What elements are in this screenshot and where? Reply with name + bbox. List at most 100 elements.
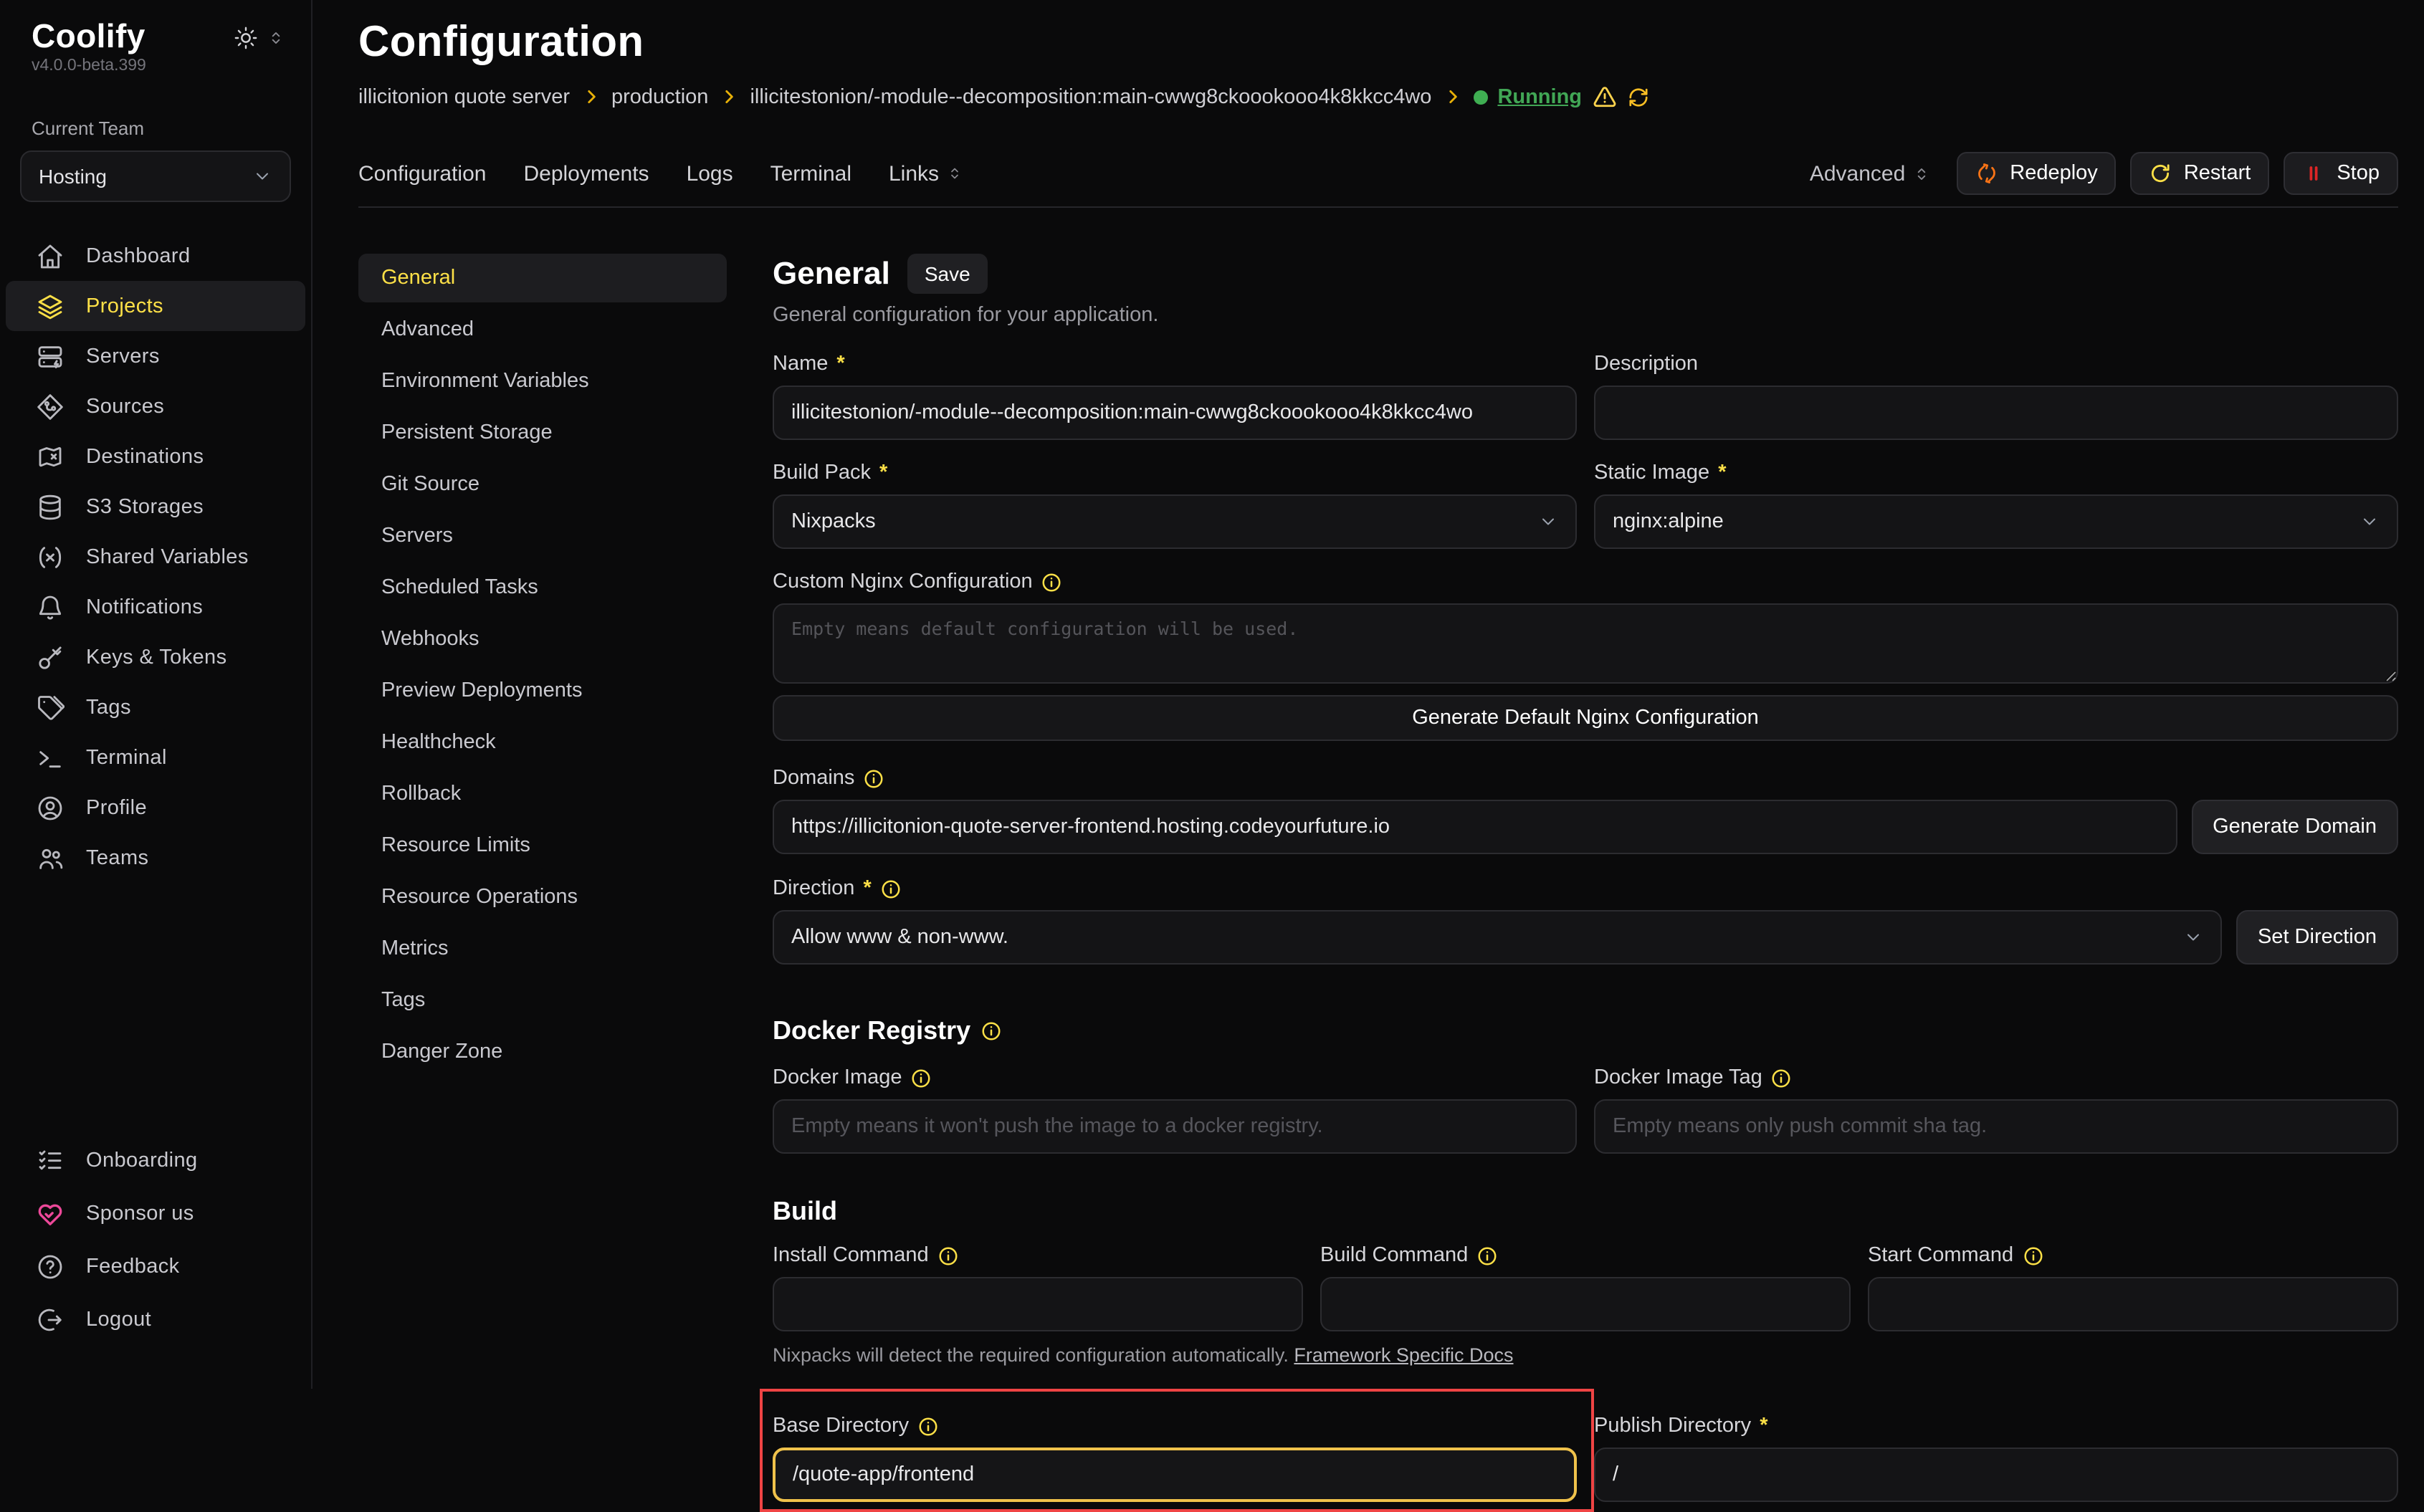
chevron-down-icon: [2359, 512, 2380, 532]
sidebar-item-feedback[interactable]: Feedback: [6, 1240, 305, 1293]
subnav-tags[interactable]: Tags: [358, 976, 727, 1025]
subnav-persistent-storage[interactable]: Persistent Storage: [358, 408, 727, 457]
subnav-healthcheck[interactable]: Healthcheck: [358, 718, 727, 767]
sidebar-item-onboarding[interactable]: Onboarding: [6, 1134, 305, 1187]
info-icon[interactable]: [937, 1245, 959, 1266]
description-input[interactable]: [1594, 386, 2398, 440]
chevron-down-icon: [1538, 512, 1558, 532]
name-input[interactable]: [773, 386, 1577, 440]
static-image-select[interactable]: nginx:alpine: [1594, 494, 2398, 549]
checklist-icon: [36, 1146, 65, 1174]
info-icon[interactable]: [880, 878, 902, 899]
subnav-scheduled-tasks[interactable]: Scheduled Tasks: [358, 563, 727, 612]
tab-bar: Configuration Deployments Logs Terminal …: [358, 140, 2398, 208]
set-direction-button[interactable]: Set Direction: [2236, 910, 2398, 965]
stop-button[interactable]: Stop: [2284, 152, 2398, 195]
info-icon[interactable]: [980, 1020, 1002, 1042]
subnav-webhooks[interactable]: Webhooks: [358, 615, 727, 664]
sidebar-item-sponsor-us[interactable]: Sponsor us: [6, 1187, 305, 1240]
sidebar-item-dashboard[interactable]: Dashboard: [6, 231, 305, 282]
general-form: General Save General configuration for y…: [773, 254, 2398, 1389]
main-content: Configuration illicitonion quote server …: [312, 0, 2424, 1389]
info-icon[interactable]: [1041, 571, 1063, 593]
sidebar-item-shared-variables[interactable]: Shared Variables: [6, 532, 305, 583]
subnav-resource-operations[interactable]: Resource Operations: [358, 873, 727, 922]
status-running-link[interactable]: Running: [1497, 85, 1582, 108]
build-section-title: Build: [773, 1197, 2398, 1227]
custom-nginx-textarea[interactable]: [773, 603, 2398, 684]
sidebar-item-terminal[interactable]: Terminal: [6, 733, 305, 783]
sidebar-item-servers[interactable]: Servers: [6, 332, 305, 382]
database-icon: [36, 493, 65, 522]
breadcrumb-project[interactable]: illicitonion quote server: [358, 85, 570, 108]
build-pack-select[interactable]: Nixpacks: [773, 494, 1577, 549]
status-badge: Running: [1473, 85, 1649, 109]
info-icon[interactable]: [1476, 1245, 1498, 1266]
sidebar-item-teams[interactable]: Teams: [6, 833, 305, 884]
tab-deployments[interactable]: Deployments: [523, 161, 649, 186]
sidebar-item-profile[interactable]: Profile: [6, 783, 305, 833]
subnav-git-source[interactable]: Git Source: [358, 460, 727, 509]
install-command-input[interactable]: [773, 1277, 1303, 1331]
user-circle-icon: [36, 794, 65, 823]
warning-icon[interactable]: [1592, 85, 1616, 109]
breadcrumb-application[interactable]: illicitestonion/-module--decomposition:m…: [750, 85, 1431, 108]
direction-select[interactable]: Allow www & non-www.: [773, 910, 2222, 965]
sidebar-collapse-icon[interactable]: [267, 29, 285, 47]
build-command-input[interactable]: [1320, 1277, 1851, 1331]
domains-input[interactable]: [773, 800, 2177, 854]
framework-docs-link[interactable]: Framework Specific Docs: [1294, 1344, 1513, 1366]
generate-domain-button[interactable]: Generate Domain: [2191, 800, 2398, 854]
breadcrumb-environment[interactable]: production: [611, 85, 708, 108]
restart-button[interactable]: Restart: [2131, 152, 2270, 195]
sidebar-item-tags[interactable]: Tags: [6, 683, 305, 733]
generate-nginx-button[interactable]: Generate Default Nginx Configuration: [773, 695, 2398, 741]
tab-logs[interactable]: Logs: [687, 161, 733, 186]
subnav-environment-variables[interactable]: Environment Variables: [358, 357, 727, 406]
base-directory-field: Base Directory: [773, 1415, 1577, 1502]
sidebar-item-sources[interactable]: Sources: [6, 382, 305, 432]
chevron-down-icon: [2183, 927, 2203, 947]
sidebar-item-destinations[interactable]: Destinations: [6, 432, 305, 482]
tab-links[interactable]: Links: [889, 161, 963, 186]
docker-image-tag-input[interactable]: [1594, 1099, 2398, 1154]
base-directory-input[interactable]: [773, 1448, 1577, 1502]
info-icon[interactable]: [917, 1415, 939, 1437]
sidebar-item-s3-storages[interactable]: S3 Storages: [6, 482, 305, 532]
breadcrumb: illicitonion quote server production ill…: [358, 85, 2398, 109]
tab-terminal[interactable]: Terminal: [770, 161, 851, 186]
description-field: Description: [1594, 353, 2398, 440]
subnav-rollback[interactable]: Rollback: [358, 770, 727, 818]
subnav-advanced[interactable]: Advanced: [358, 305, 727, 354]
redeploy-button[interactable]: Redeploy: [1957, 152, 2117, 195]
subnav-danger-zone[interactable]: Danger Zone: [358, 1028, 727, 1076]
info-icon[interactable]: [911, 1067, 932, 1088]
team-select[interactable]: Hosting: [20, 151, 291, 203]
subnav-resource-limits[interactable]: Resource Limits: [358, 821, 727, 870]
sidebar-item-notifications[interactable]: Notifications: [6, 583, 305, 633]
docker-image-input[interactable]: [773, 1099, 1577, 1154]
subnav-preview-deployments[interactable]: Preview Deployments: [358, 666, 727, 715]
info-icon[interactable]: [1771, 1067, 1793, 1088]
publish-directory-input[interactable]: [1594, 1448, 2398, 1502]
sidebar-item-logout[interactable]: Logout: [6, 1293, 305, 1346]
subnav-servers[interactable]: Servers: [358, 512, 727, 560]
subnav-general[interactable]: General: [358, 254, 727, 302]
redeploy-icon: [1975, 162, 1998, 185]
tag-icon: [36, 694, 65, 722]
theme-toggle-sun-icon[interactable]: [234, 26, 258, 50]
brand-logo: Coolify: [32, 19, 145, 55]
map-icon: [36, 443, 65, 472]
advanced-dropdown[interactable]: Advanced: [1810, 161, 1931, 186]
status-dot: [1473, 90, 1487, 104]
start-command-input[interactable]: [1868, 1277, 2398, 1331]
sidebar-item-keys-tokens[interactable]: Keys & Tokens: [6, 633, 305, 683]
info-icon[interactable]: [863, 767, 884, 789]
subnav-metrics[interactable]: Metrics: [358, 924, 727, 973]
info-icon[interactable]: [2022, 1245, 2043, 1266]
save-button[interactable]: Save: [907, 254, 988, 294]
refresh-icon[interactable]: [1626, 85, 1649, 108]
sidebar-item-projects[interactable]: Projects: [6, 282, 305, 332]
tab-configuration[interactable]: Configuration: [358, 161, 486, 186]
section-subtitle: General configuration for your applicati…: [773, 304, 2398, 327]
